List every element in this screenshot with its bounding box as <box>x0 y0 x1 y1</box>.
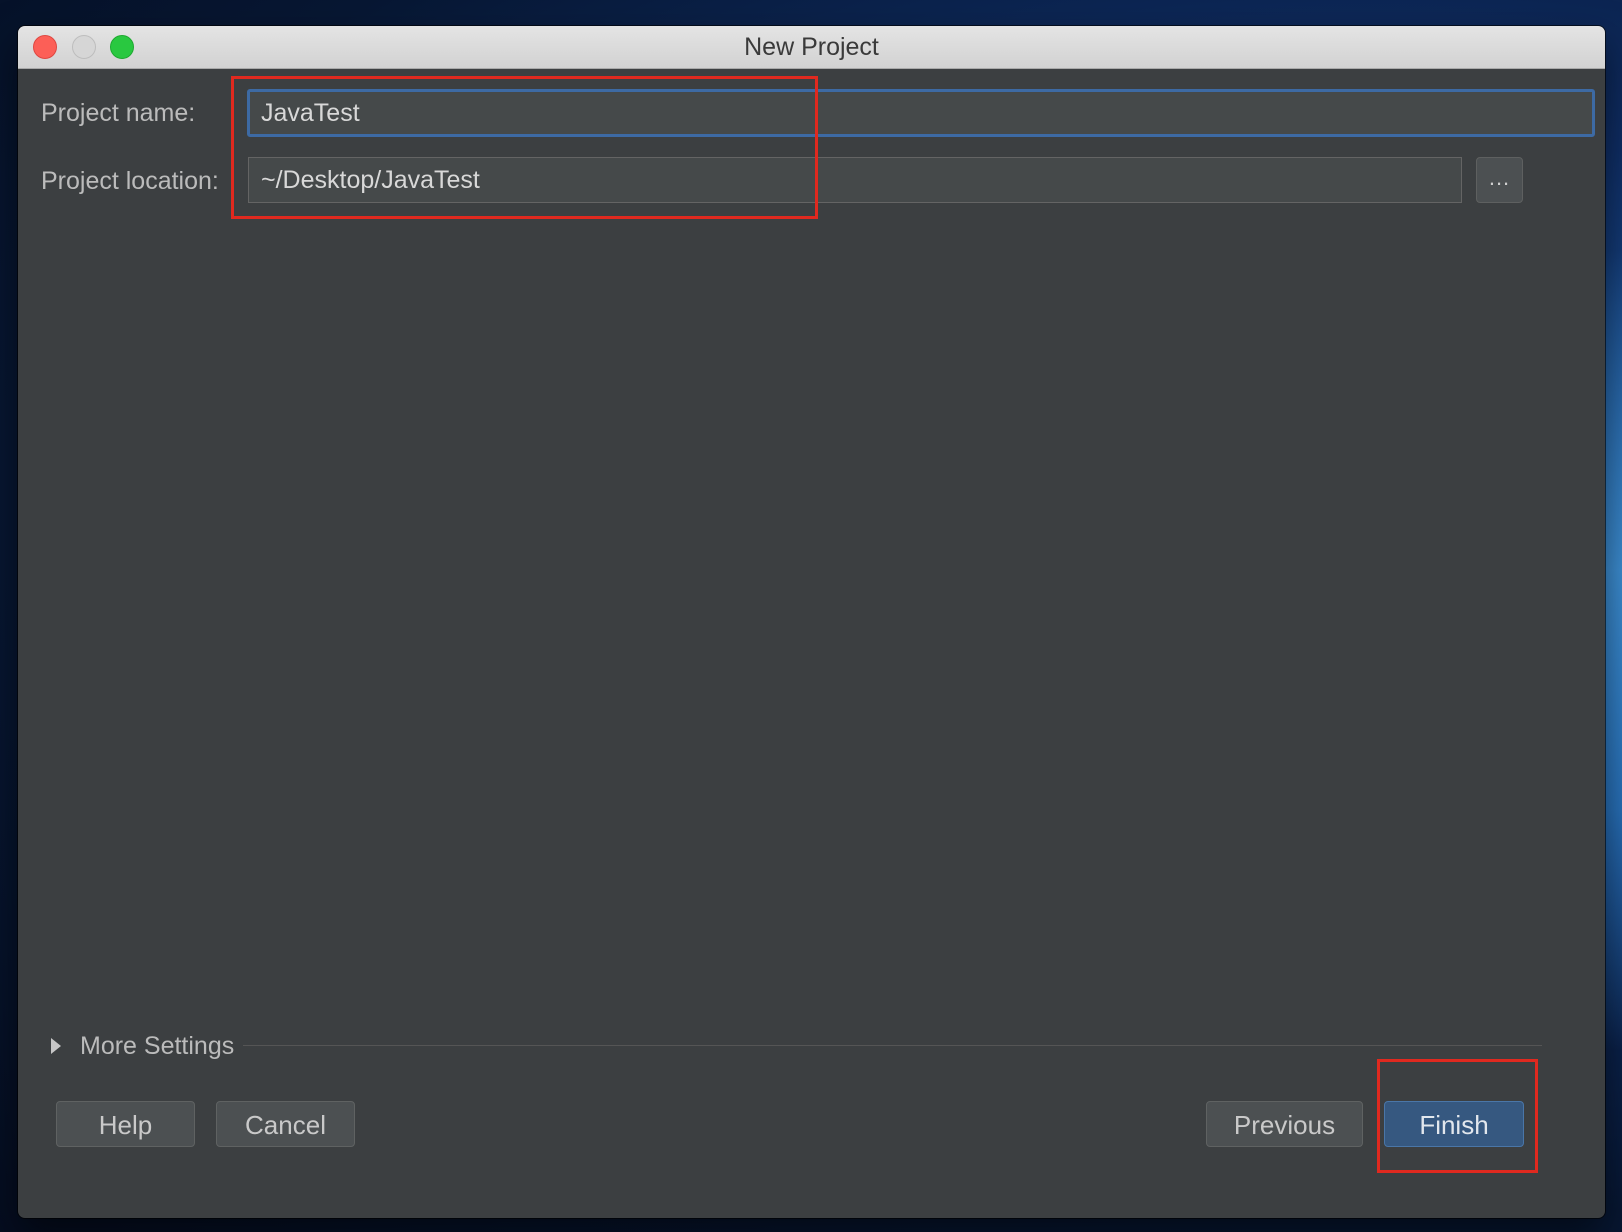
previous-button[interactable]: Previous <box>1206 1101 1363 1147</box>
title-bar: New Project <box>18 26 1605 69</box>
more-settings-label: More Settings <box>80 1031 235 1060</box>
new-project-dialog: New Project Project name: Project locati… <box>18 26 1605 1218</box>
window-title: New Project <box>744 33 879 61</box>
cancel-button[interactable]: Cancel <box>216 1101 355 1147</box>
project-name-input[interactable] <box>247 89 1595 137</box>
help-button[interactable]: Help <box>56 1101 195 1147</box>
finish-button[interactable]: Finish <box>1384 1101 1524 1147</box>
disclosure-triangle-icon <box>51 1038 61 1054</box>
more-settings-toggle[interactable]: More Settings <box>51 1029 234 1063</box>
project-location-label: Project location: <box>41 167 219 195</box>
browse-location-button[interactable]: ... <box>1476 157 1523 203</box>
project-name-label: Project name: <box>41 99 196 127</box>
more-settings-divider <box>243 1045 1542 1046</box>
project-location-input[interactable] <box>248 157 1462 203</box>
